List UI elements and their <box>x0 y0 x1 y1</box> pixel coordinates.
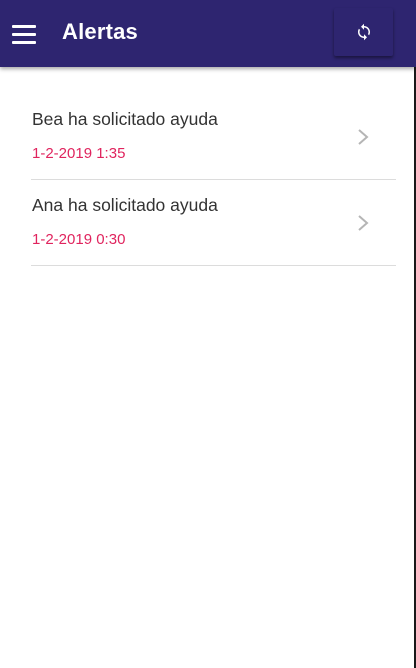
alert-title: Bea ha solicitado ayuda <box>32 109 218 129</box>
alerts-list: Bea ha solicitado ayuda 1-2-2019 1:35 An… <box>0 94 414 266</box>
app-header: Alertas <box>0 0 416 67</box>
alert-date: 1-2-2019 1:35 <box>32 145 126 162</box>
alert-item[interactable]: Bea ha solicitado ayuda 1-2-2019 1:35 <box>31 94 396 180</box>
alert-title: Ana ha solicitado ayuda <box>32 195 218 215</box>
chevron-right-icon <box>358 129 369 145</box>
alert-date: 1-2-2019 0:30 <box>32 231 126 248</box>
app-screen: Alertas Bea ha solicitado ayuda 1-2-2019… <box>0 0 416 668</box>
refresh-icon <box>357 23 370 41</box>
alert-item[interactable]: Ana ha solicitado ayuda 1-2-2019 0:30 <box>31 180 396 266</box>
chevron-right-icon <box>358 215 369 231</box>
hamburger-menu-icon[interactable] <box>6 14 42 54</box>
refresh-button[interactable] <box>334 8 393 56</box>
page-title: Alertas <box>62 19 138 44</box>
